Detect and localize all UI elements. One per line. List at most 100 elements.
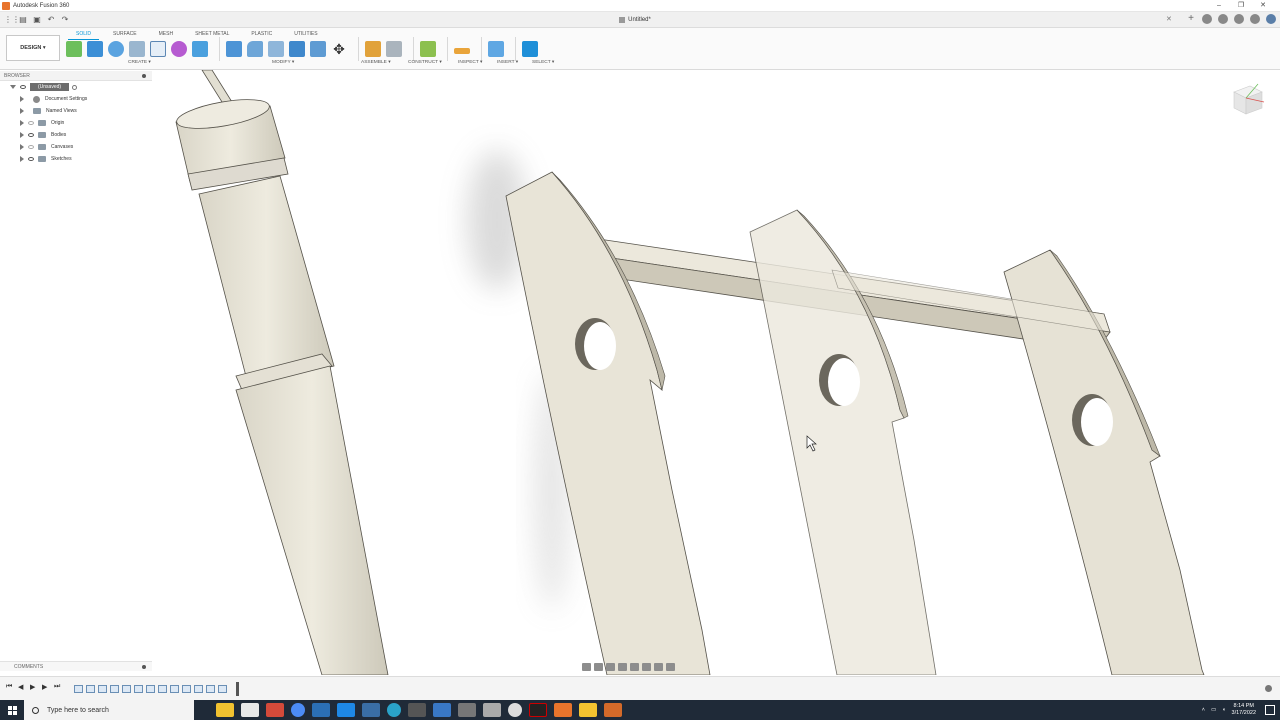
orbit-icon[interactable] <box>582 662 591 671</box>
inspect-menu[interactable]: INSPECT ▾ <box>458 60 482 65</box>
look-at-icon[interactable] <box>594 662 603 671</box>
loft-icon[interactable] <box>150 41 166 57</box>
visibility-eye-icon[interactable] <box>28 157 34 161</box>
visibility-eye-icon[interactable] <box>28 145 34 149</box>
fillet-icon[interactable] <box>247 41 263 57</box>
tab-utilities[interactable]: UTILITIES <box>286 29 325 40</box>
timeline-feature-icon[interactable] <box>146 685 155 693</box>
insert-menu[interactable]: INSERT ▾ <box>497 60 518 65</box>
volume-icon[interactable]: ◖ <box>1222 707 1225 713</box>
split-body-icon[interactable] <box>310 41 326 57</box>
new-component-icon[interactable] <box>365 41 381 57</box>
comments-panel[interactable]: COMMENTS <box>0 661 152 671</box>
pan-icon[interactable] <box>606 662 615 671</box>
display-settings-icon[interactable] <box>642 662 651 671</box>
notification-center-icon[interactable] <box>1265 705 1275 715</box>
expand-arrow-icon[interactable] <box>20 132 24 138</box>
app-icon[interactable] <box>483 703 501 717</box>
job-status-icon[interactable] <box>1218 14 1228 24</box>
sweep-icon[interactable] <box>129 41 145 57</box>
visibility-eye-icon[interactable] <box>28 121 34 125</box>
timeline-play-icon[interactable]: ▶ <box>30 683 35 691</box>
timeline-feature-icon[interactable] <box>134 685 143 693</box>
collapse-arrow-icon[interactable] <box>10 85 16 89</box>
maximize-button[interactable]: ❐ <box>1230 0 1252 12</box>
browser-pin-icon[interactable] <box>142 74 146 78</box>
timeline-feature-icon[interactable] <box>122 685 131 693</box>
create-menu[interactable]: CREATE ▾ <box>128 60 151 65</box>
timeline-end-icon[interactable]: ⏭ <box>54 683 60 691</box>
browser-header[interactable]: BROWSER <box>0 71 152 81</box>
form-icon[interactable] <box>171 41 187 57</box>
fusion-taskbar-icon[interactable] <box>554 703 572 717</box>
expand-arrow-icon[interactable] <box>20 156 24 162</box>
document-tab[interactable]: Untitled* <box>560 14 710 26</box>
shaft-body[interactable] <box>175 70 389 675</box>
sticky-notes-icon[interactable] <box>579 703 597 717</box>
canvas-viewport[interactable] <box>152 70 1280 675</box>
browser-item-bodies[interactable]: Bodies <box>0 129 152 141</box>
app-icon[interactable] <box>362 703 380 717</box>
timeline-feature-icon[interactable] <box>74 685 83 693</box>
calculator-icon[interactable] <box>312 703 330 717</box>
timeline-settings-gear-icon[interactable] <box>1265 685 1272 692</box>
network-icon[interactable]: ▭ <box>1211 707 1216 713</box>
shell-icon[interactable] <box>268 41 284 57</box>
app-icon[interactable] <box>433 703 451 717</box>
store-icon[interactable] <box>241 703 259 717</box>
app-icon[interactable] <box>508 703 522 717</box>
timeline-start-icon[interactable]: ⏮ <box>6 683 12 691</box>
rib-left-body[interactable] <box>505 171 711 675</box>
minimize-button[interactable]: – <box>1208 0 1230 12</box>
zoom-icon[interactable] <box>618 662 627 671</box>
comments-pin-icon[interactable] <box>142 665 146 669</box>
timeline-feature-icon[interactable] <box>158 685 167 693</box>
combine-icon[interactable] <box>289 41 305 57</box>
extrude-icon[interactable] <box>87 41 103 57</box>
close-button[interactable]: ✕ <box>1252 0 1274 12</box>
timeline-feature-icon[interactable] <box>110 685 119 693</box>
joint-icon[interactable] <box>386 41 402 57</box>
browser-item-sketches[interactable]: Sketches <box>0 153 152 165</box>
app-icon[interactable] <box>266 703 284 717</box>
app-icon[interactable] <box>529 703 547 717</box>
timeline-marker[interactable] <box>236 682 239 696</box>
fit-icon[interactable] <box>630 662 639 671</box>
timeline-feature-icon[interactable] <box>86 685 95 693</box>
browser-item-document-settings[interactable]: Document Settings <box>0 93 152 105</box>
file-explorer-icon[interactable] <box>216 703 234 717</box>
timeline-feature-icon[interactable] <box>170 685 179 693</box>
redo-icon[interactable]: ↷ <box>60 15 70 25</box>
browser-root-row[interactable]: (Unsaved) <box>0 81 152 93</box>
visibility-eye-icon[interactable] <box>20 85 26 89</box>
activate-radio-icon[interactable] <box>72 84 78 90</box>
pattern-icon[interactable] <box>192 41 208 57</box>
new-tab-icon[interactable]: + <box>1186 14 1196 24</box>
tab-solid[interactable]: SOLID <box>68 29 100 40</box>
viewports-icon[interactable] <box>666 662 675 671</box>
save-icon[interactable]: ▣ <box>32 15 42 25</box>
timeline-feature-icon[interactable] <box>98 685 107 693</box>
timeline-next-icon[interactable]: ▶ <box>42 683 47 691</box>
grid-snaps-icon[interactable] <box>654 662 663 671</box>
browser-item-origin[interactable]: Origin <box>0 117 152 129</box>
browser-item-canvases[interactable]: Canvases <box>0 141 152 153</box>
clock[interactable]: 8:14 PM 3/17/2022 <box>1232 703 1256 717</box>
tab-plastic[interactable]: PLASTIC <box>243 29 280 40</box>
notifications-icon[interactable] <box>1234 14 1244 24</box>
revolve-icon[interactable] <box>108 41 124 57</box>
construct-menu[interactable]: CONSTRUCT ▾ <box>408 60 442 65</box>
offset-plane-icon[interactable] <box>420 41 436 57</box>
timeline-feature-icon[interactable] <box>206 685 215 693</box>
chrome-icon[interactable] <box>291 703 305 717</box>
edge-icon[interactable] <box>387 703 401 717</box>
app-grid-icon[interactable]: ⋮⋮ <box>4 15 20 25</box>
select-arrow-icon[interactable] <box>522 41 538 57</box>
timeline-feature-icon[interactable] <box>218 685 227 693</box>
assemble-menu[interactable]: ASSEMBLE ▾ <box>361 60 391 65</box>
tray-chevron-icon[interactable]: ˄ <box>1202 707 1205 713</box>
user-avatar[interactable] <box>1266 14 1276 24</box>
close-tab-icon[interactable]: ✕ <box>1166 15 1172 23</box>
select-menu[interactable]: SELECT ▾ <box>532 60 554 65</box>
expand-arrow-icon[interactable] <box>20 96 24 102</box>
